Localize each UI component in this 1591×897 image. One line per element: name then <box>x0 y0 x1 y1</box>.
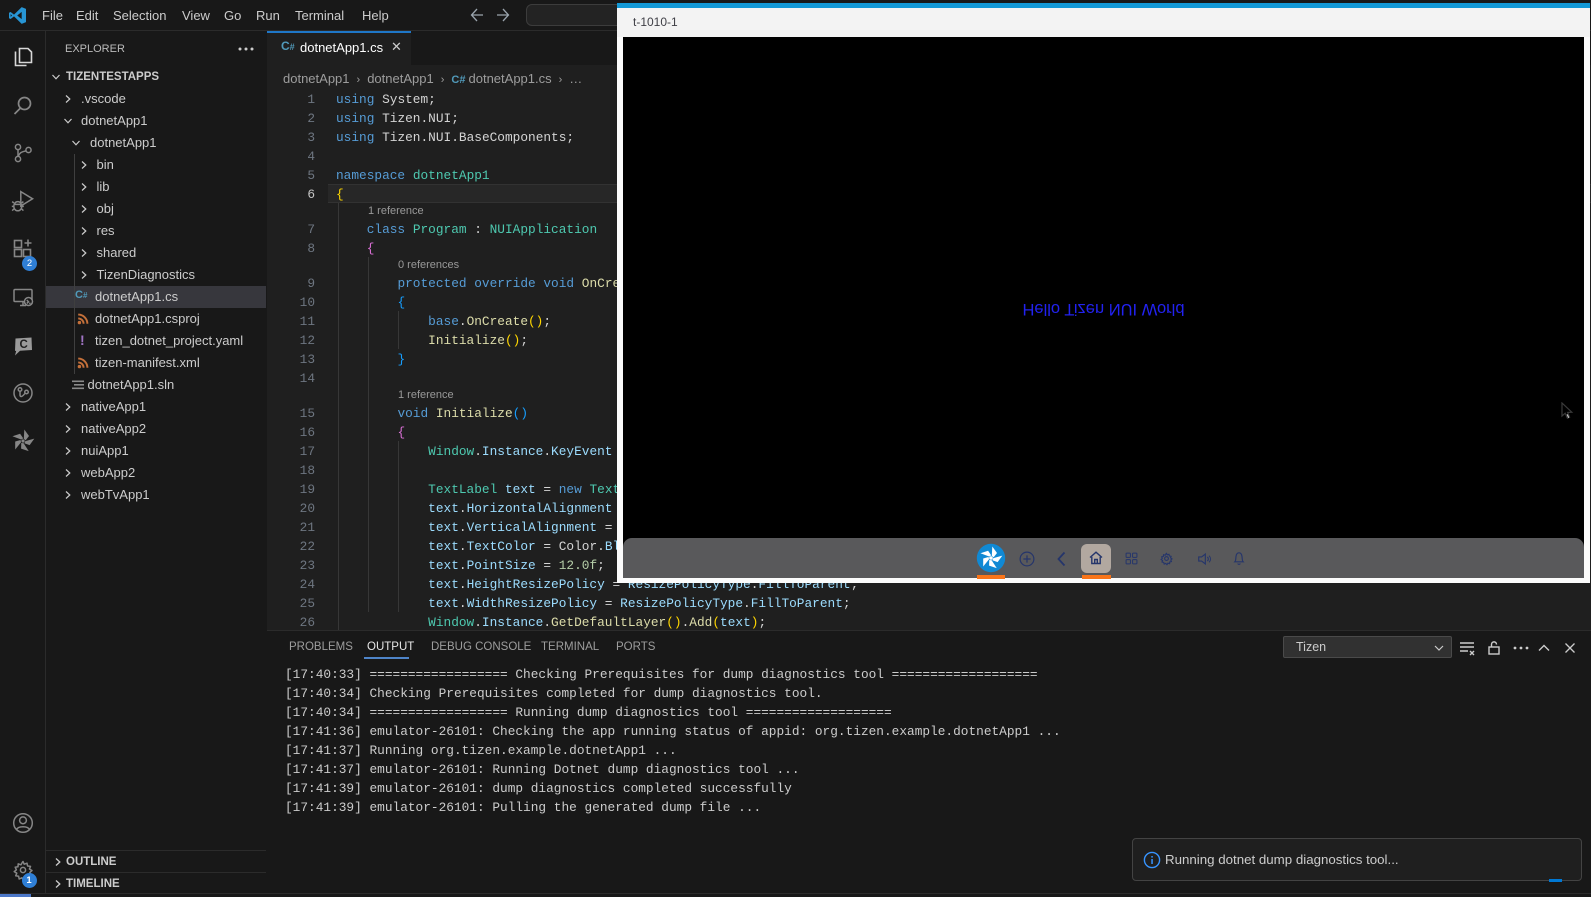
svg-text:C: C <box>19 339 27 351</box>
